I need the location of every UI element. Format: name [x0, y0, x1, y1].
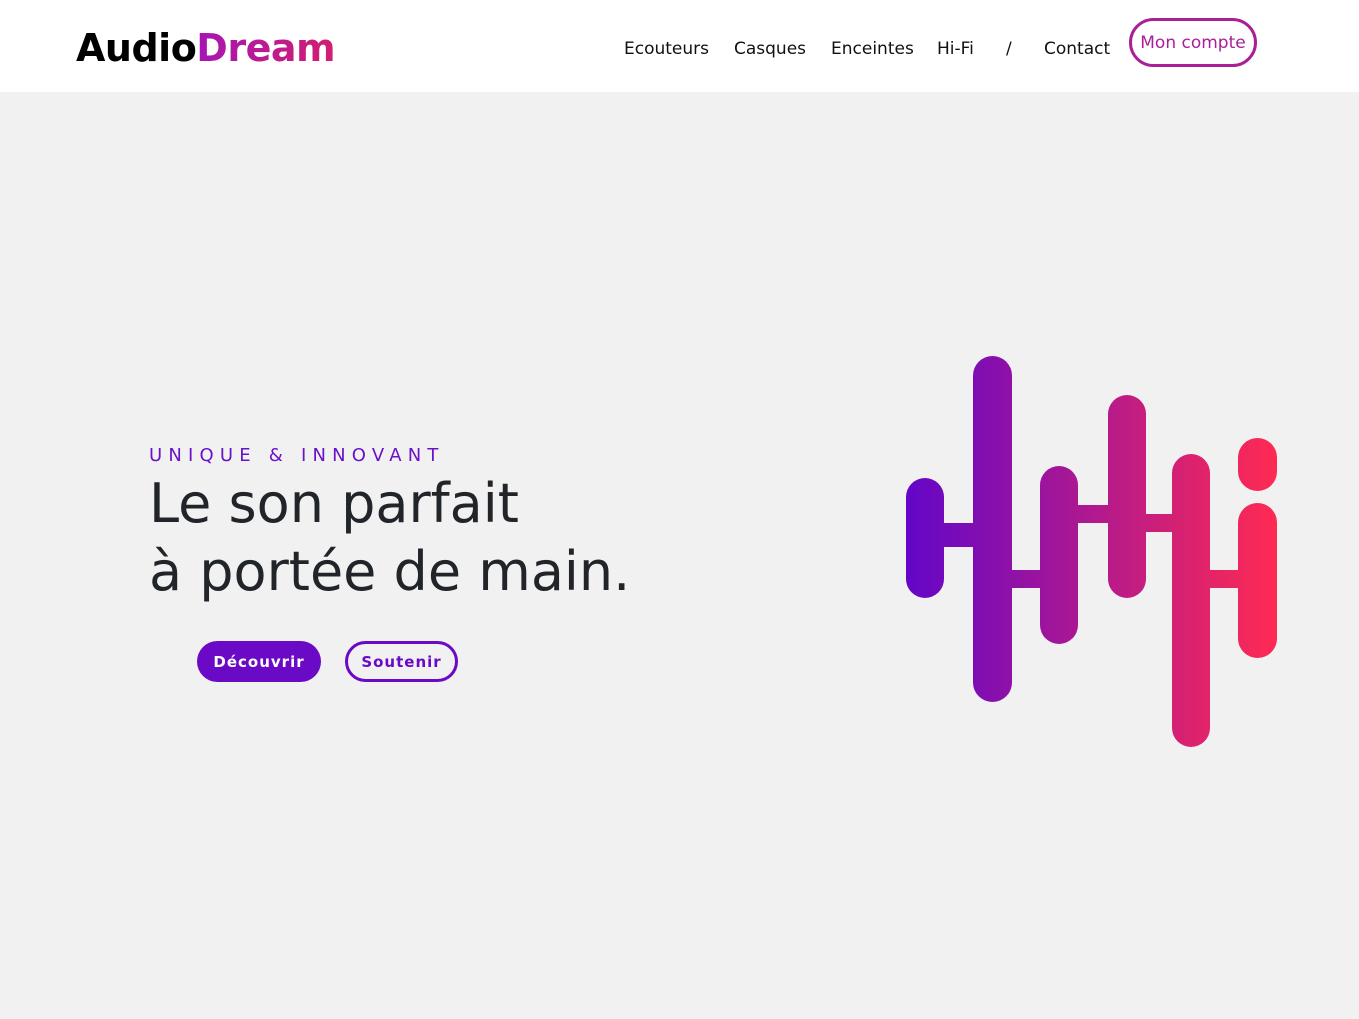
wave-link-2	[1000, 570, 1055, 588]
brand-logo-dream: Dream	[196, 26, 336, 70]
wave-link-5	[1198, 570, 1253, 588]
hero-headline-line1: Le son parfait	[149, 472, 519, 535]
brand-logo[interactable]: AudioDream	[76, 24, 336, 72]
wave-bar-4	[1108, 395, 1146, 598]
nav-link-hifi[interactable]: Hi-Fi	[937, 38, 974, 60]
wave-link-1	[930, 523, 990, 547]
top-navbar: AudioDream Ecouteurs Casques Enceintes H…	[0, 0, 1359, 92]
support-button[interactable]: Soutenir	[345, 641, 458, 682]
account-button[interactable]: Mon compte	[1129, 18, 1257, 67]
nav-link-enceintes[interactable]: Enceintes	[831, 38, 914, 60]
wave-bar-6a	[1238, 438, 1277, 491]
discover-button[interactable]: Découvrir	[197, 641, 321, 682]
nav-link-ecouteurs[interactable]: Ecouteurs	[624, 38, 709, 60]
hero-headline: Le son parfait à portée de main.	[149, 470, 630, 606]
hero-eyebrow: UNIQUE & INNOVANT	[149, 445, 445, 466]
hero-headline-line2: à portée de main.	[149, 540, 631, 603]
nav-link-casques[interactable]: Casques	[734, 38, 806, 60]
wave-link-3	[1065, 505, 1120, 523]
wave-bar-5	[1172, 454, 1210, 747]
brand-logo-audio: Audio	[76, 26, 197, 70]
sound-wave-icon	[906, 356, 1277, 747]
nav-link-contact[interactable]: Contact	[1044, 38, 1110, 60]
wave-link-4	[1135, 514, 1185, 532]
nav-link-separator[interactable]: /	[1006, 38, 1012, 60]
wave-bar-3	[1040, 466, 1078, 644]
